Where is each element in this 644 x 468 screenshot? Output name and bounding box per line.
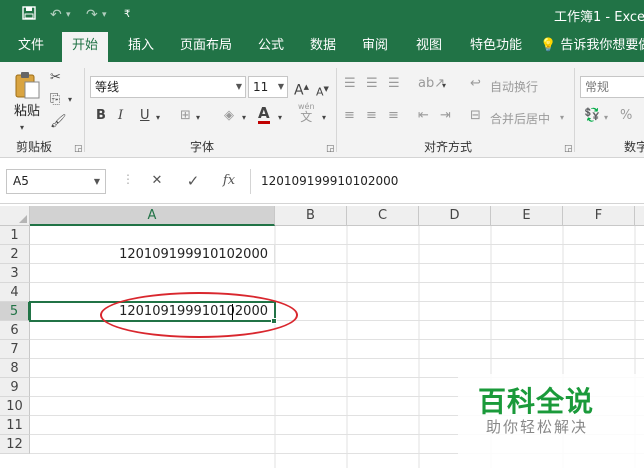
align-center-icon[interactable]: ≡ bbox=[366, 108, 377, 124]
increase-font-size-icon[interactable]: A▲ bbox=[294, 79, 309, 99]
fill-handle[interactable] bbox=[271, 318, 277, 324]
undo-dropdown-icon[interactable]: ▾ bbox=[66, 6, 71, 24]
font-name-dropdown[interactable]: 等线 ▼ bbox=[90, 76, 246, 98]
tab-data[interactable]: 数据 bbox=[300, 30, 346, 62]
bottom-align-icon[interactable]: ☰ bbox=[388, 76, 400, 92]
enter-icon[interactable]: ✓ bbox=[182, 170, 204, 192]
format-painter-icon[interactable]: 🖌 bbox=[50, 114, 67, 130]
watermark-subtitle: 助你轻松解决 bbox=[486, 418, 589, 436]
tab-formulas[interactable]: 公式 bbox=[248, 30, 294, 62]
underline-dropdown-icon[interactable]: ▾ bbox=[156, 110, 160, 126]
alignment-group-label: 对齐方式 bbox=[424, 140, 473, 154]
cell-a5[interactable]: 120109199910102000 bbox=[30, 302, 275, 321]
customize-qat-icon[interactable]: ₹ bbox=[124, 6, 130, 24]
font-color-dropdown-icon[interactable]: ▾ bbox=[278, 110, 282, 126]
paste-dropdown-icon[interactable]: ▾ bbox=[20, 120, 24, 136]
align-right-icon[interactable]: ≡ bbox=[388, 108, 399, 124]
group-divider bbox=[336, 68, 337, 152]
cut-icon[interactable]: ✂ bbox=[50, 70, 61, 86]
currency-format-icon[interactable]: 💱 bbox=[584, 108, 600, 124]
number-group-label: 数字 bbox=[624, 140, 644, 154]
phonetic-guide-icon[interactable]: wén 文 bbox=[298, 102, 315, 124]
font-size-value: 11 bbox=[253, 80, 269, 94]
ribbon-home: 粘贴 ▾ ✂ ⎘ ▾ 🖌 剪贴板 ◲ 等线 ▼ 11 ▼ A▲ A▼ B I U… bbox=[0, 62, 644, 158]
group-divider bbox=[84, 68, 85, 152]
formula-input[interactable]: 120109199910102000 bbox=[250, 169, 644, 194]
decrease-font-size-icon[interactable]: A▼ bbox=[316, 81, 329, 101]
tab-insert[interactable]: 插入 bbox=[118, 30, 164, 62]
phonetic-bottom-text: 文 bbox=[300, 110, 313, 124]
watermark: 百科全说 助你轻松解决 bbox=[458, 374, 644, 468]
redo-icon[interactable]: ↷ bbox=[86, 6, 98, 24]
chevron-down-icon: ▼ bbox=[235, 82, 242, 91]
italic-button[interactable]: I bbox=[118, 108, 123, 124]
redo-dropdown-icon[interactable]: ▾ bbox=[102, 6, 107, 24]
tell-me-box[interactable]: 💡 告诉我你想要做 bbox=[540, 30, 644, 62]
clipboard-launcher-icon[interactable]: ◲ bbox=[74, 144, 83, 154]
font-launcher-icon[interactable]: ◲ bbox=[326, 144, 335, 154]
borders-icon[interactable]: ⊞ bbox=[180, 108, 191, 124]
tab-page-layout[interactable]: 页面布局 bbox=[170, 30, 242, 62]
text-cursor bbox=[232, 304, 233, 320]
bold-button[interactable]: B bbox=[96, 108, 106, 124]
tab-file[interactable]: 文件 bbox=[8, 30, 54, 62]
alignment-launcher-icon[interactable]: ◲ bbox=[564, 144, 573, 154]
merge-dropdown-icon[interactable]: ▾ bbox=[560, 110, 564, 126]
cell-a2[interactable]: 120109199910102000 bbox=[30, 245, 275, 264]
cancel-icon[interactable]: ✕ bbox=[146, 170, 168, 192]
name-box-value: A5 bbox=[13, 174, 29, 188]
window-title: 工作簿1 - Excel bbox=[554, 10, 644, 25]
borders-dropdown-icon[interactable]: ▾ bbox=[196, 110, 200, 126]
phonetic-dropdown-icon[interactable]: ▾ bbox=[322, 110, 326, 126]
chevron-down-icon: ▼ bbox=[93, 177, 100, 186]
font-name-value: 等线 bbox=[95, 80, 120, 94]
lightbulb-icon: 💡 bbox=[540, 38, 557, 53]
align-left-icon[interactable]: ≡ bbox=[344, 108, 355, 124]
increase-indent-icon[interactable]: ⇥ bbox=[440, 108, 451, 124]
merge-center-button[interactable]: 合并后居中 bbox=[490, 110, 550, 127]
insert-function-button[interactable]: fx bbox=[218, 170, 240, 192]
font-group-label: 字体 bbox=[190, 140, 215, 154]
top-align-icon[interactable]: ☰ bbox=[344, 76, 356, 92]
fill-color-dropdown-icon[interactable]: ▾ bbox=[242, 110, 246, 126]
tab-home[interactable]: 开始 bbox=[62, 30, 109, 62]
font-color-button[interactable]: A bbox=[258, 106, 270, 124]
chevron-down-icon: ▼ bbox=[277, 82, 284, 91]
number-format-dropdown[interactable]: 常规 bbox=[580, 76, 644, 98]
fill-color-icon[interactable]: ◈ bbox=[224, 108, 234, 124]
paste-button[interactable]: 粘贴 bbox=[12, 104, 42, 120]
underline-button[interactable]: U bbox=[140, 108, 150, 124]
copy-dropdown-icon[interactable]: ▾ bbox=[68, 92, 72, 108]
watermark-title: 百科全说 bbox=[478, 385, 595, 418]
percent-style-button[interactable]: % bbox=[620, 108, 632, 124]
undo-icon[interactable]: ↶ bbox=[50, 6, 62, 24]
ribbon-tabs: 文件 开始 插入 页面布局 公式 数据 审阅 视图 特色功能 💡 告诉我你想要做 bbox=[0, 30, 644, 62]
title-bar: ↶ ▾ ↷ ▾ ₹ 工作簿1 - Excel bbox=[0, 0, 644, 30]
formula-bar: A5 ▼ ⋮ ✕ ✓ fx 120109199910102000 bbox=[0, 158, 644, 204]
tab-special-features[interactable]: 特色功能 bbox=[460, 30, 532, 62]
middle-align-icon[interactable]: ☰ bbox=[366, 76, 378, 92]
tell-me-text: 告诉我你想要做 bbox=[560, 38, 644, 53]
currency-dropdown-icon[interactable]: ▾ bbox=[604, 110, 608, 126]
wrap-text-icon[interactable]: ↩ bbox=[470, 76, 481, 92]
tab-review[interactable]: 审阅 bbox=[352, 30, 398, 62]
save-icon[interactable] bbox=[22, 6, 36, 25]
copy-icon[interactable]: ⎘ bbox=[50, 92, 60, 108]
merge-center-icon[interactable]: ⊟ bbox=[470, 108, 481, 124]
clipboard-group-label: 剪贴板 bbox=[16, 140, 53, 154]
font-size-dropdown[interactable]: 11 ▼ bbox=[248, 76, 288, 98]
group-divider bbox=[574, 68, 575, 152]
wrap-text-button[interactable]: 自动换行 bbox=[490, 78, 538, 95]
decrease-indent-icon[interactable]: ⇤ bbox=[418, 108, 429, 124]
paste-icon[interactable] bbox=[12, 70, 42, 100]
tab-view[interactable]: 视图 bbox=[406, 30, 452, 62]
number-format-value: 常规 bbox=[585, 80, 610, 94]
name-box[interactable]: A5 ▼ bbox=[6, 169, 106, 194]
excel-window: ↶ ▾ ↷ ▾ ₹ 工作簿1 - Excel 文件 开始 插入 页面布局 公式 … bbox=[0, 0, 644, 468]
orientation-dropdown-icon[interactable]: ▾ bbox=[442, 78, 446, 94]
formula-bar-grip-icon[interactable]: ⋮ bbox=[122, 172, 134, 192]
